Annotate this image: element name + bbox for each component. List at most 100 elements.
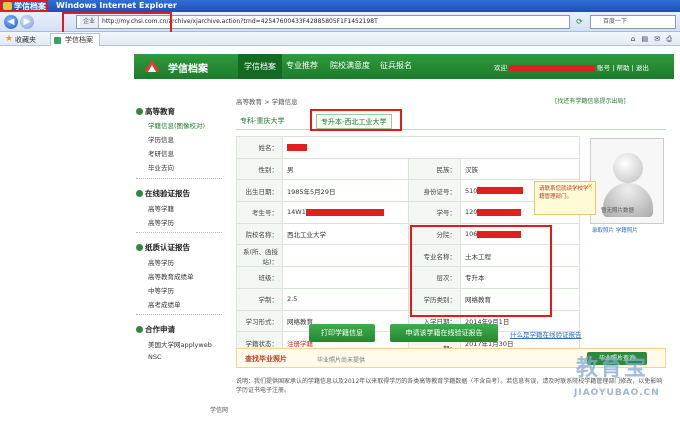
sidebar-group-higher-edu[interactable]: 高等教育	[136, 106, 175, 117]
student-no-label: 学号：	[408, 201, 461, 224]
browser-tab[interactable]: 学信档案	[50, 33, 100, 46]
sidebar-item-gaokao-scores[interactable]: 高考成绩单	[148, 299, 181, 309]
level-value: 专升本	[460, 266, 580, 289]
class-value	[282, 266, 409, 289]
apply-report-button[interactable]: 申请该学籍在线验证报告	[390, 324, 498, 342]
redacted-branch	[477, 230, 522, 238]
record-tabs: 专科-重庆大学 专升本-西北工业大学	[236, 112, 666, 130]
table-row: 学制： 2.5 学历类别： 网络教育	[236, 287, 580, 311]
table-row: 系(所、函授站)： 专业名称： 土木工程	[236, 244, 580, 268]
redacted-id	[477, 187, 524, 195]
address-bar[interactable]: 企业 http://my.chsi.com.cn/archive/xjarchiv…	[76, 15, 570, 29]
table-row: 班级： 层次： 专升本	[236, 266, 580, 289]
welcome-bar: 欢迎 账号 | 帮助 | 退出	[494, 64, 649, 72]
table-row: 考生号： 14W1 学号： 120	[236, 201, 580, 224]
breadcrumb: 高等教育 > 学籍信息	[236, 98, 298, 106]
address-toolbar: ◀ ▶ 企业 http://my.chsi.com.cn/archive/xjar…	[0, 12, 680, 32]
footer-text: 学信网	[210, 407, 229, 414]
address-url: http://my.chsi.com.cn/archive/xjarchive.…	[102, 18, 378, 25]
close-icon[interactable]: ×	[587, 182, 593, 190]
sidebar-divider	[136, 232, 222, 233]
grad-photo-subtitle: 毕业照片尚未提供	[317, 357, 366, 364]
grad-photo-title: 查找毕业照片	[245, 355, 287, 363]
command-bar-icons[interactable]: ⌂ ▤ ✉ ⎙	[631, 35, 674, 44]
class-label: 班级：	[236, 266, 283, 289]
ethnicity-value: 汉族	[460, 157, 580, 181]
major-value: 土木工程	[460, 244, 580, 268]
branch-value: 106	[460, 222, 580, 246]
site-logo-icon	[144, 60, 160, 72]
tooltip-text: 请联系您就读学校学籍管理部门。	[539, 186, 589, 200]
sidebar-item-transcript[interactable]: 高等教育成绩单	[148, 271, 194, 281]
name-value	[282, 136, 580, 159]
watermark-domain: JIAOYUBAO.CN	[574, 388, 660, 398]
site-logo-text: 学信档案	[168, 64, 208, 75]
gender-value: 男	[282, 157, 409, 181]
branch-prefix: 106	[465, 230, 478, 239]
favorites-label[interactable]: 收藏夹	[15, 35, 36, 45]
id-label: 身份证号：	[408, 179, 461, 203]
photo-tooltip: × 请联系您就读学校学籍管理部门。	[534, 181, 596, 215]
major-label: 专业名称：	[408, 244, 461, 268]
duration-value: 2.5	[282, 287, 409, 311]
school-label: 院校名称：	[236, 222, 283, 246]
print-button[interactable]: 打印学籍信息	[309, 324, 375, 342]
study-form-label: 学习形式：	[236, 309, 283, 333]
top-info-link[interactable]: [找还有学籍信息提示出局]	[555, 96, 626, 105]
sidebar-item-secondary-degree[interactable]: 中等学历	[148, 285, 174, 295]
sidebar-item-postgrad[interactable]: 考研信息	[148, 148, 174, 158]
nav-enlistment[interactable]: 征兵报名	[380, 60, 412, 71]
sidebar-group-online-report[interactable]: 在线验证报告	[136, 188, 190, 199]
sidebar-item-nsc[interactable]: NSC	[148, 353, 162, 361]
edu-type-label: 学历类别：	[408, 287, 461, 311]
level-label: 层次：	[408, 266, 461, 289]
favorites-bar: ★ 收藏夹 学信档案 ⌂ ▤ ✉ ⎙	[0, 32, 680, 46]
exam-no-label: 考生号：	[236, 201, 283, 224]
tab-college[interactable]: 专科-重庆大学	[240, 116, 285, 126]
address-zone-label: 企业	[80, 16, 100, 28]
watermark-text: 教育宝	[576, 356, 649, 381]
welcome-text: 欢迎	[494, 64, 507, 72]
table-row: 院校名称： 西北工业大学 分院： 106	[236, 222, 580, 246]
favorites-star-icon[interactable]: ★	[5, 34, 13, 44]
search-input[interactable]: 百度一下	[590, 15, 676, 29]
redacted-exam-no	[305, 208, 384, 216]
branch-label: 分院：	[408, 222, 461, 246]
sidebar-item-online-enrollment[interactable]: 高等学籍	[148, 203, 174, 213]
photo-links[interactable]: 录取照片 学籍照片	[592, 226, 638, 234]
sidebar-divider	[136, 178, 222, 179]
sidebar-item-degree[interactable]: 学历信息	[148, 134, 174, 144]
name-label: 姓名：	[236, 136, 283, 159]
refresh-icon[interactable]: ⟳	[574, 16, 585, 27]
sidebar-item-enrollment[interactable]: 学籍信息(图像校对)	[148, 120, 205, 130]
sidebar-divider	[136, 314, 222, 315]
table-row: 性别： 男 民族： 汉族	[236, 157, 580, 181]
window-title-bar: 学信档案 Windows Internet Explorer	[0, 0, 680, 12]
nav-archive[interactable]: 学信档案	[238, 54, 282, 79]
sidebar-item-destination[interactable]: 毕业去向	[148, 162, 174, 172]
tab-upgrade[interactable]: 专升本-西北工业大学	[316, 114, 392, 129]
back-icon[interactable]: ◀	[4, 15, 18, 29]
account-link[interactable]: 账号	[597, 64, 610, 72]
window-tab-title: 学信档案	[14, 2, 46, 11]
table-row: 出生日期： 1985年5月29日 身份证号： 510	[236, 179, 580, 203]
gender-label: 性别：	[236, 157, 283, 181]
sidebar-item-applyweb[interactable]: 美国大学网applyweb	[148, 339, 212, 349]
logout-link[interactable]: 退出	[636, 64, 649, 72]
nav-major-recommend[interactable]: 专业推荐	[286, 60, 318, 71]
forward-icon[interactable]: ▶	[20, 15, 34, 29]
avatar-head	[613, 153, 643, 183]
birth-value: 1985年5月29日	[282, 179, 409, 203]
sidebar-group-partners[interactable]: 合作申请	[136, 324, 175, 335]
window-app-title: Windows Internet Explorer	[56, 1, 177, 10]
nav-school-satisfaction[interactable]: 院校满意度	[330, 60, 370, 71]
help-link[interactable]: 帮助	[616, 64, 629, 72]
sidebar-item-online-degree[interactable]: 高等学历	[148, 217, 174, 227]
sidebar-item-paper-degree[interactable]: 高等学历	[148, 257, 174, 267]
report-help-link[interactable]: 什么是学籍在线验证报告	[510, 329, 582, 339]
sidebar: 高等教育 学籍信息(图像校对) 学历信息 考研信息 毕业去向 在线验证报告 高等…	[134, 96, 226, 381]
edu-type-value: 网络教育	[460, 287, 580, 311]
exam-no-prefix: 14W1	[287, 208, 306, 217]
redacted-username	[509, 65, 596, 71]
sidebar-group-paper-report[interactable]: 纸质认证报告	[136, 242, 190, 253]
